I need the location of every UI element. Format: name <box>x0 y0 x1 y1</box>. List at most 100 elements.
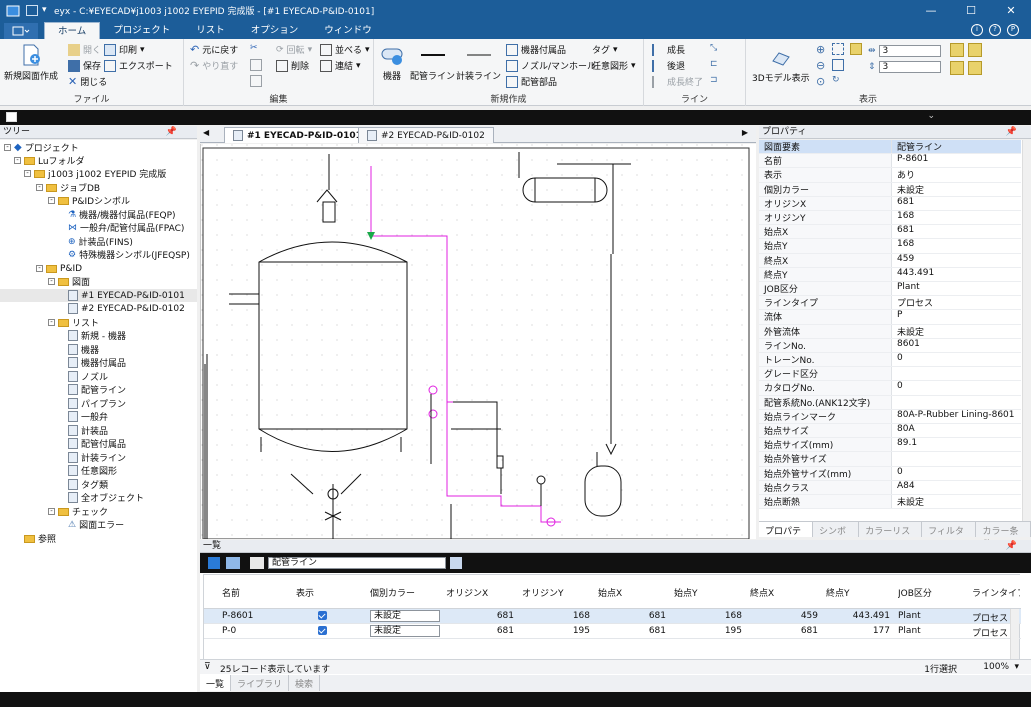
column-header[interactable]: 終点Y <box>826 586 894 599</box>
tab-search[interactable]: 検索 <box>289 675 321 691</box>
help-icon[interactable]: ? <box>989 24 1001 36</box>
property-row[interactable]: 始点クラス A84 <box>759 480 1021 495</box>
pin-icon[interactable]: 📌 <box>1006 126 1017 139</box>
visible-checkbox[interactable] <box>296 626 366 638</box>
tab-scroll-right-icon[interactable]: ▶ <box>742 128 748 137</box>
color-select-value[interactable]: 未設定 <box>370 625 440 637</box>
tree-item[interactable]: タグ類 <box>68 478 108 491</box>
property-value[interactable]: 459 <box>892 254 1021 267</box>
filter-icon[interactable] <box>226 557 240 569</box>
maximize-button[interactable]: ☐ <box>951 0 991 21</box>
property-value[interactable]: あり <box>892 168 1021 181</box>
property-row[interactable]: 図面要素 配管ライン <box>759 140 1021 155</box>
tree-item[interactable]: 機器 <box>68 343 99 356</box>
tree-item[interactable]: ⚗ 機器/機器付属品(FEQP) <box>68 208 176 222</box>
property-row[interactable]: 終点X 459 <box>759 253 1021 268</box>
column-header[interactable]: 終点X <box>750 586 822 599</box>
property-value[interactable]: 443.491 <box>892 268 1021 281</box>
property-row[interactable]: ラインNo. 8601 <box>759 338 1021 353</box>
save-button[interactable]: 保存 <box>68 59 101 72</box>
tab-project[interactable]: プロジェクト <box>100 22 183 39</box>
copy-button[interactable] <box>250 59 262 71</box>
property-value[interactable]: A84 <box>892 481 1021 494</box>
tree-item[interactable]: - j1003 j1002 EYEPID 完成版 <box>24 167 166 180</box>
tree-item[interactable]: 任意図形 <box>68 464 117 477</box>
property-row[interactable]: 始点X 681 <box>759 225 1021 240</box>
property-value[interactable]: 未設定 <box>892 495 1021 508</box>
refresh-list-icon[interactable] <box>450 557 462 569</box>
property-value[interactable]: 168 <box>892 239 1021 252</box>
property-row[interactable]: 外管流体 未設定 <box>759 324 1021 339</box>
close-file-button[interactable]: ✕ 閉じる <box>68 75 107 88</box>
grow-button[interactable]: 成長 <box>652 43 685 56</box>
property-row[interactable]: トレーンNo. 0 <box>759 353 1021 368</box>
arrange-button[interactable]: 並べる ▾ <box>320 43 370 56</box>
property-value[interactable]: Plant <box>892 282 1021 295</box>
property-value[interactable]: 168 <box>892 211 1021 224</box>
property-value[interactable]: 0 <box>892 467 1021 480</box>
column-header[interactable]: JOB区分 <box>898 586 968 599</box>
color-select[interactable]: 未設定 <box>370 625 442 637</box>
property-row[interactable]: 始点サイズ(mm) 89.1 <box>759 438 1021 453</box>
column-header[interactable]: 始点X <box>598 586 670 599</box>
property-row[interactable]: 表示 あり <box>759 168 1021 183</box>
qat-save-icon[interactable] <box>26 5 38 16</box>
table-row[interactable]: P-0 未設定 681 195 681 195 681 177 Plant プロセス <box>204 624 1021 639</box>
nozzle-manhole-button[interactable]: ノズル/マンホール <box>506 59 596 72</box>
tab-symbol[interactable]: シンボル <box>813 522 860 550</box>
link-button[interactable]: 連結 ▾ <box>320 59 361 72</box>
tree-item[interactable]: - リスト <box>48 316 99 329</box>
grid-x-input[interactable]: 3 <box>878 45 941 57</box>
property-value[interactable]: 0 <box>892 381 1021 394</box>
command-icon[interactable] <box>6 112 17 122</box>
tree-item[interactable]: - 図面 <box>48 275 90 288</box>
tab-list[interactable]: リスト <box>183 22 238 39</box>
piping-line-button[interactable]: 配管ライン <box>410 43 455 82</box>
properties-scrollbar[interactable] <box>1022 140 1031 521</box>
filter-icon[interactable]: ⊽ <box>204 662 211 672</box>
line-tool-2-button[interactable]: ⊏ <box>710 59 718 69</box>
color-select-value[interactable]: 未設定 <box>370 610 440 622</box>
color-select[interactable]: 未設定 <box>370 610 442 622</box>
zoom-out-button[interactable]: ⊖ <box>816 59 825 72</box>
tab-library[interactable]: ライブラリ <box>231 675 290 691</box>
instrument-line-button[interactable]: 計装ライン <box>456 43 501 82</box>
line-tool-1-button[interactable]: ⤡ <box>710 43 717 53</box>
property-row[interactable]: JOB区分 Plant <box>759 282 1021 297</box>
delete-button[interactable]: 削除 <box>276 59 309 72</box>
tab-color-list[interactable]: カラーリスト <box>859 522 923 550</box>
property-row[interactable]: 配管系統No.(ANK12文字) <box>759 395 1021 410</box>
zoom-in-button[interactable]: ⊕ <box>816 43 825 56</box>
zoom-fit-button[interactable]: ⊙ <box>816 75 825 88</box>
column-header[interactable]: ラインタイプ <box>972 586 1020 599</box>
property-row[interactable]: 流体 P <box>759 310 1021 325</box>
tree-item[interactable]: 計装ライン <box>68 451 126 464</box>
property-value[interactable]: 未設定 <box>892 325 1021 338</box>
back-button[interactable]: 後退 <box>652 59 685 72</box>
refresh-button[interactable]: ↻ <box>832 75 840 85</box>
property-row[interactable]: 始点外管サイズ(mm) 0 <box>759 466 1021 481</box>
property-value[interactable]: 89.1 <box>892 438 1021 451</box>
tree-item[interactable]: ⊕ 計装品(FINS) <box>68 235 133 249</box>
tree-item[interactable]: - チェック <box>48 505 108 518</box>
view-option-3-button[interactable] <box>950 61 964 75</box>
grow-end-button[interactable]: 成長終了 <box>652 75 703 88</box>
equipment-button[interactable]: 機器 <box>380 43 404 82</box>
property-value[interactable]: プロセス <box>892 296 1021 309</box>
property-row[interactable]: オリジンY 168 <box>759 211 1021 226</box>
property-row[interactable]: 始点ラインマーク 80A-P-Rubber Lining-8601 <box>759 409 1021 424</box>
property-value[interactable] <box>892 452 1021 465</box>
property-value[interactable]: P-8601 <box>892 154 1021 167</box>
options-icon[interactable]: P <box>1007 24 1019 36</box>
tree-item[interactable]: 配管付属品 <box>68 437 126 450</box>
tab-home[interactable]: ホーム <box>44 22 101 39</box>
chevron-down-icon[interactable]: ▾ <box>1014 662 1019 672</box>
tree-item[interactable]: - ◆ プロジェクト <box>4 141 79 154</box>
qat-dropdown-icon[interactable]: ▾ <box>42 5 48 16</box>
rotate-button[interactable]: ⟳ 回転 ▾ <box>276 43 312 57</box>
tab-drawing-0102[interactable]: #2 EYECAD-P&ID-0102 <box>358 127 494 143</box>
tree-item[interactable]: ⚠ 図面エラー <box>68 518 124 532</box>
property-value[interactable]: 0 <box>892 353 1021 366</box>
column-header[interactable]: 表示 <box>296 586 366 599</box>
tab-window[interactable]: ウィンドウ <box>311 22 385 39</box>
